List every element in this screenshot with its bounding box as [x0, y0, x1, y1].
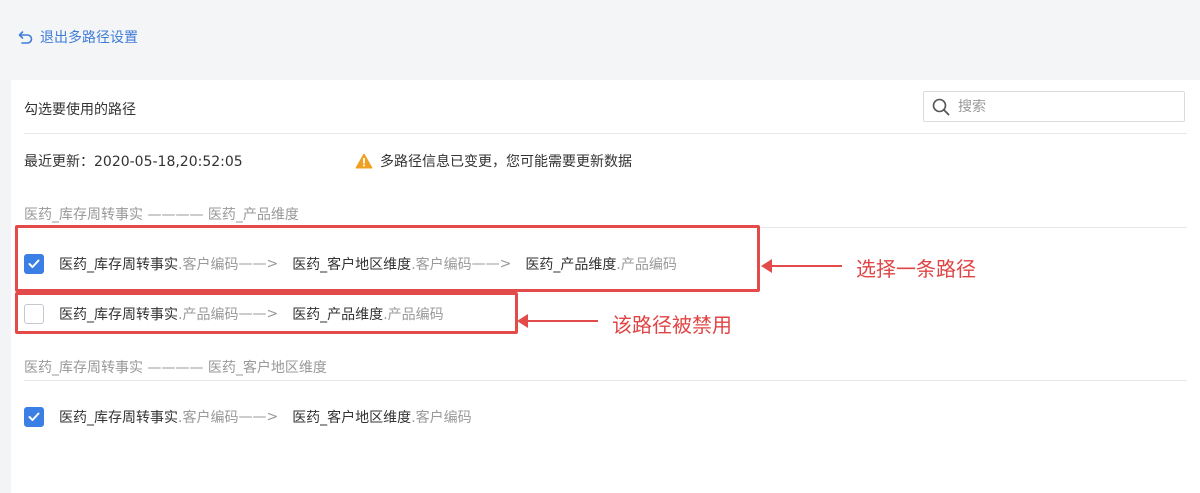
exit-multipath-link[interactable]: 退出多路径设置 — [18, 27, 138, 47]
group-title: 医药_库存周转事实 ———— 医药_产品维度 — [24, 207, 299, 223]
annotation-arrow — [517, 314, 598, 328]
annotation-arrow — [761, 259, 842, 273]
undo-icon — [18, 31, 33, 44]
check-icon — [28, 412, 40, 421]
search-input[interactable] — [958, 98, 1168, 115]
annotation-highlight-box — [15, 225, 760, 292]
divider — [24, 133, 1187, 134]
last-updated-label: 最近更新： — [24, 154, 94, 170]
group-title: 医药_库存周转事实 ———— 医药_客户地区维度 — [24, 360, 327, 376]
last-updated-time: 2020-05-18,20:52:05 — [94, 154, 243, 170]
path-arrow: ——> — [238, 409, 279, 425]
path-field: .客户编码 — [411, 410, 472, 426]
warning-text: 多路径信息已变更，您可能需要更新数据 — [380, 154, 632, 170]
path-checkbox-checked[interactable] — [24, 407, 44, 427]
path-row[interactable]: 医药_库存周转事实 .客户编码 ——> 医药_客户地区维度 .客户编码 — [24, 406, 472, 428]
exit-multipath-label: 退出多路径设置 — [40, 30, 138, 46]
top-bar: 退出多路径设置 — [0, 0, 1200, 80]
last-updated: 最近更新：2020-05-18,20:52:05 — [24, 151, 243, 171]
search-icon — [932, 98, 950, 115]
annotation-path-disabled: 该路径被禁用 — [612, 313, 732, 337]
search-box[interactable] — [923, 91, 1185, 122]
divider — [24, 380, 1187, 381]
annotation-select-path: 选择一条路径 — [856, 257, 976, 281]
path-field: .客户编码 — [178, 410, 239, 426]
path-table: 医药_客户地区维度 — [292, 410, 412, 426]
annotation-highlight-box — [15, 292, 518, 334]
panel-title: 勾选要使用的路径 — [24, 102, 136, 118]
warning-icon — [355, 153, 373, 169]
warning-message: 多路径信息已变更，您可能需要更新数据 — [355, 151, 632, 171]
path-table: 医药_库存周转事实 — [59, 410, 178, 426]
